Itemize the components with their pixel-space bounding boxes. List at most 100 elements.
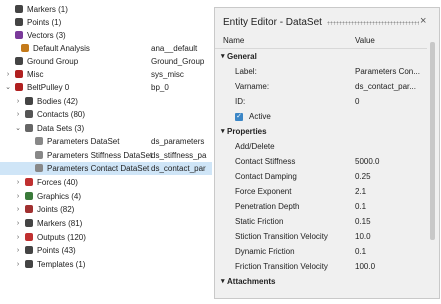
tree-item-label: Parameters DataSet (47, 137, 120, 146)
tree-item-label: Data Sets (3) (37, 124, 85, 133)
tree-item-label: Misc (27, 70, 44, 79)
active-checkbox[interactable]: ✓ (235, 113, 243, 121)
tree-item-label: Points (1) (27, 18, 62, 27)
tree-item-label: Forces (40) (37, 178, 78, 187)
tree-item[interactable]: › Outputs (120) (0, 231, 212, 244)
property-value[interactable]: Parameters Con... (355, 65, 427, 79)
tree-item[interactable]: › Bodies (42) (0, 95, 212, 108)
tree-item-label: Contacts (80) (37, 110, 86, 119)
section-header[interactable]: ▾ Properties (215, 125, 427, 139)
section-header[interactable]: ▾ General (215, 50, 427, 64)
tree-item-varname: ds_parameters (151, 137, 205, 146)
tree-item[interactable]: Default Analysis ana__default (0, 42, 212, 55)
property-label: Contact Stiffness (235, 157, 296, 166)
tree-expander-icon[interactable]: › (14, 203, 22, 216)
property-label: Static Friction (235, 217, 284, 226)
property-row[interactable]: Contact Damping 0.25 (215, 170, 427, 184)
tree-expander-icon[interactable]: › (14, 108, 22, 121)
collapse-icon[interactable]: ▾ (221, 275, 225, 289)
tree-item-label: Graphics (4) (37, 192, 82, 201)
scrollbar-thumb[interactable] (430, 42, 435, 240)
property-row[interactable]: Varname: ds_contact_par... (215, 80, 427, 94)
entity-icon (24, 96, 34, 106)
property-value[interactable]: 0.1 (355, 200, 427, 214)
property-value[interactable]: ds_contact_par... (355, 80, 427, 94)
tree-item[interactable]: › Joints (82) (0, 203, 212, 216)
section-header[interactable]: ▾ Attachments (215, 275, 427, 289)
entity-icon (24, 232, 34, 242)
tree-item[interactable]: ⌄ Data Sets (3) (0, 122, 212, 135)
property-label: Varname: (235, 82, 270, 91)
entity-icon (20, 43, 30, 53)
property-value[interactable]: 2.1 (355, 185, 427, 199)
property-row[interactable]: ID: 0 (215, 95, 427, 109)
entity-icon (34, 163, 44, 173)
property-row[interactable]: Contact Stiffness 5000.0 (215, 155, 427, 169)
tree-item[interactable]: › Contacts (80) (0, 108, 212, 121)
collapse-icon[interactable]: ▾ (221, 50, 225, 64)
tree-item[interactable]: Markers (1) (0, 3, 212, 16)
property-value[interactable]: 0 (355, 95, 427, 109)
property-value[interactable]: 0.25 (355, 170, 427, 184)
entity-editor-panel: Entity Editor - DataSet × Name Value ▾ Ge… (214, 7, 440, 299)
property-value[interactable]: 0.1 (355, 245, 427, 259)
tree-expander-icon[interactable]: › (14, 258, 22, 271)
property-label: ID: (235, 97, 246, 106)
property-row[interactable]: Add/Delete (215, 140, 427, 154)
entity-icon (24, 177, 34, 187)
property-value[interactable]: 0.15 (355, 215, 427, 229)
entity-icon (14, 69, 24, 79)
entity-icon (24, 123, 34, 133)
entity-icon (24, 218, 34, 228)
property-row[interactable]: Penetration Depth 0.1 (215, 200, 427, 214)
tree-item[interactable]: › Points (43) (0, 244, 212, 257)
tree-expander-icon[interactable]: › (14, 217, 22, 230)
tree-item-label: Vectors (3) (27, 31, 66, 40)
tree-item[interactable]: › Graphics (4) (0, 190, 212, 203)
property-label: Label: (235, 67, 257, 76)
tree-item[interactable]: Vectors (3) (0, 29, 212, 42)
property-label: Force Exponent (235, 187, 292, 196)
property-row[interactable]: Label: Parameters Con... (215, 65, 427, 79)
tree-item[interactable]: Parameters Contact DataSet ds_contact_par (0, 162, 212, 175)
value-column-header: Value (355, 36, 375, 45)
tree-expander-icon[interactable]: › (14, 176, 22, 189)
tree-item[interactable]: › Markers (81) (0, 217, 212, 230)
tree-item[interactable]: Parameters DataSet ds_parameters (0, 135, 212, 148)
tree-item[interactable]: › Forces (40) (0, 176, 212, 189)
tree-expander-icon[interactable]: › (4, 68, 12, 81)
scrollbar[interactable] (428, 34, 437, 296)
tree-expander-icon[interactable]: › (14, 231, 22, 244)
property-label: General (227, 52, 257, 61)
tree-item[interactable]: ⌄ BeltPulley 0 bp_0 (0, 81, 212, 94)
tree-expander-icon[interactable]: › (14, 190, 22, 203)
property-label: Properties (227, 127, 267, 136)
tree-item[interactable]: Parameters Stiffness DataSet ds_stiffness… (0, 149, 212, 162)
property-row[interactable]: Friction Transition Velocity 100.0 (215, 260, 427, 274)
property-value[interactable]: 10.0 (355, 230, 427, 244)
entity-icon (14, 17, 24, 27)
tree-expander-icon[interactable]: ⌄ (14, 122, 22, 135)
close-icon[interactable]: × (420, 15, 426, 27)
tree-expander-icon[interactable]: › (14, 244, 22, 257)
entity-icon (34, 136, 44, 146)
property-value[interactable]: 5000.0 (355, 155, 427, 169)
tree-item-label: Parameters Contact DataSet (47, 164, 150, 173)
property-row[interactable]: Static Friction 0.15 (215, 215, 427, 229)
tree-item[interactable]: Points (1) (0, 16, 212, 29)
panel-drag-handle[interactable] (327, 21, 419, 25)
collapse-icon[interactable]: ▾ (221, 125, 225, 139)
tree-expander-icon[interactable]: ⌄ (4, 81, 12, 94)
property-row[interactable]: ✓ Active (215, 110, 427, 124)
tree-item[interactable]: › Templates (1) (0, 258, 212, 271)
property-label: Friction Transition Velocity (235, 262, 328, 271)
tree-expander-icon[interactable]: › (14, 95, 22, 108)
property-row[interactable]: Force Exponent 2.1 (215, 185, 427, 199)
tree-item[interactable]: › Misc sys_misc (0, 68, 212, 81)
column-header: Name Value (215, 34, 427, 49)
panel-title: Entity Editor - DataSet (223, 17, 322, 28)
tree-item[interactable]: Ground Group Ground_Group (0, 55, 212, 68)
property-row[interactable]: Stiction Transition Velocity 10.0 (215, 230, 427, 244)
property-row[interactable]: Dynamic Friction 0.1 (215, 245, 427, 259)
property-value[interactable]: 100.0 (355, 260, 427, 274)
